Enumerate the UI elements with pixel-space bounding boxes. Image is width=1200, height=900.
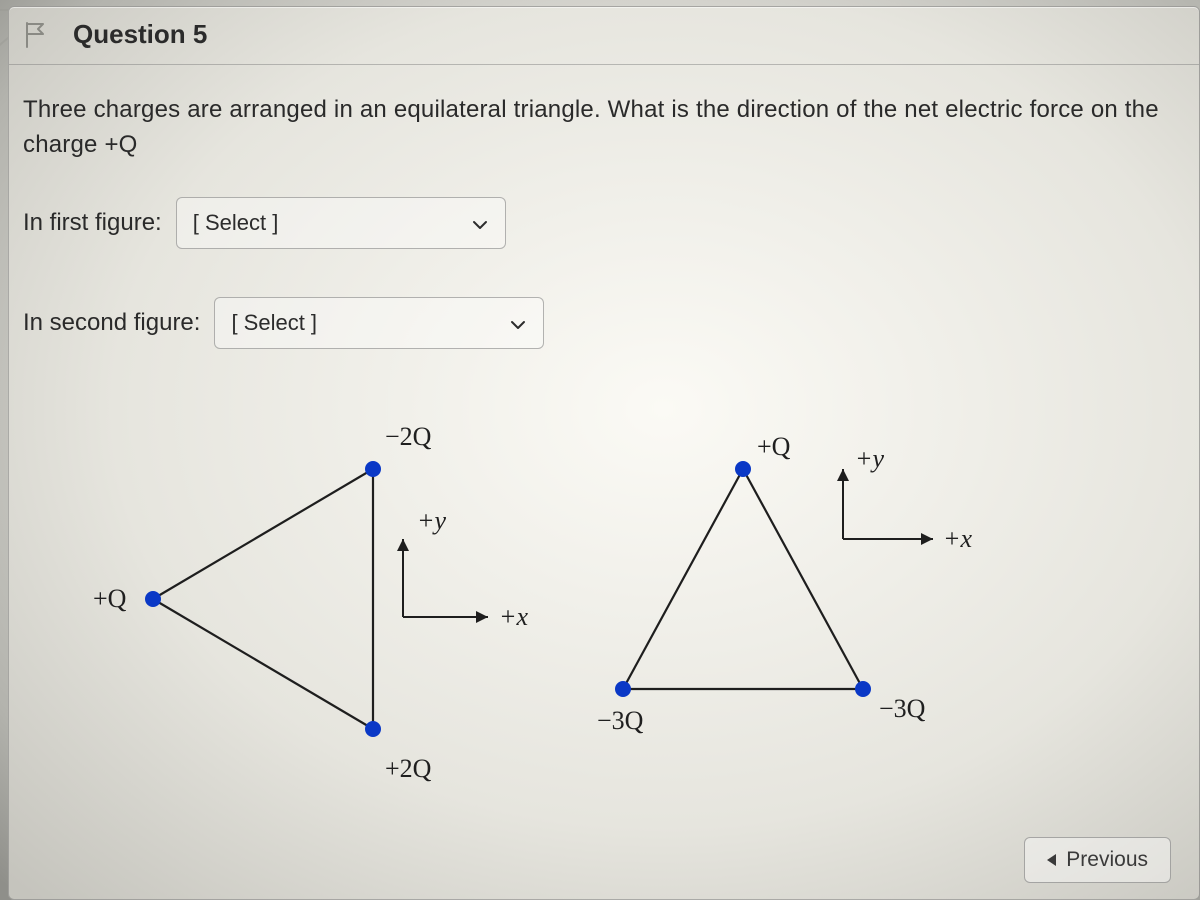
question-title: Question 5 (73, 19, 207, 50)
figures-area: +y +x +Q −2Q +2Q (23, 389, 1185, 829)
fig1-axis-x-label: +x (499, 602, 529, 631)
label-second-figure: In second figure: (23, 309, 200, 337)
chevron-left-icon (1047, 854, 1056, 866)
fig2-axis-y-label: +y (855, 444, 885, 473)
flag-icon[interactable] (21, 20, 51, 50)
select-row-first: In first figure: [ Select ] (23, 197, 1185, 249)
select-row-second: In second figure: [ Select ] (23, 297, 1185, 349)
fig2-charge-bottom-right-label: −3Q (879, 694, 926, 723)
question-header: Question 5 (9, 7, 1199, 65)
chevron-down-icon (471, 214, 489, 232)
question-prompt: Three charges are arranged in an equilat… (23, 93, 1185, 163)
footer-nav: Previous (1024, 837, 1171, 883)
question-card: Question 5 Three charges are arranged in… (8, 6, 1200, 900)
fig1-charge-bottom-label: +2Q (385, 754, 432, 783)
fig2-charge-apex-label: +Q (757, 432, 791, 461)
previous-button[interactable]: Previous (1024, 837, 1171, 883)
previous-button-label: Previous (1066, 848, 1148, 872)
chevron-down-icon (509, 314, 527, 332)
figure-1: +y +x +Q −2Q +2Q (93, 389, 573, 809)
fig2-charge-bottom-left-label: −3Q (597, 706, 644, 735)
select-first-figure[interactable]: [ Select ] (176, 197, 506, 249)
select-second-figure[interactable]: [ Select ] (214, 297, 544, 349)
label-first-figure: In first figure: (23, 209, 162, 237)
fig1-axis-y-label: +y (417, 506, 447, 535)
select-second-value: [ Select ] (231, 310, 317, 336)
select-first-value: [ Select ] (193, 210, 279, 236)
fig2-axis-x-label: +x (943, 524, 973, 553)
figure-2: +y +x +Q −3Q −3Q (593, 389, 1093, 809)
fig1-charge-left-label: +Q (93, 584, 127, 613)
question-body: Three charges are arranged in an equilat… (9, 65, 1199, 829)
fig1-charge-top-label: −2Q (385, 422, 432, 451)
